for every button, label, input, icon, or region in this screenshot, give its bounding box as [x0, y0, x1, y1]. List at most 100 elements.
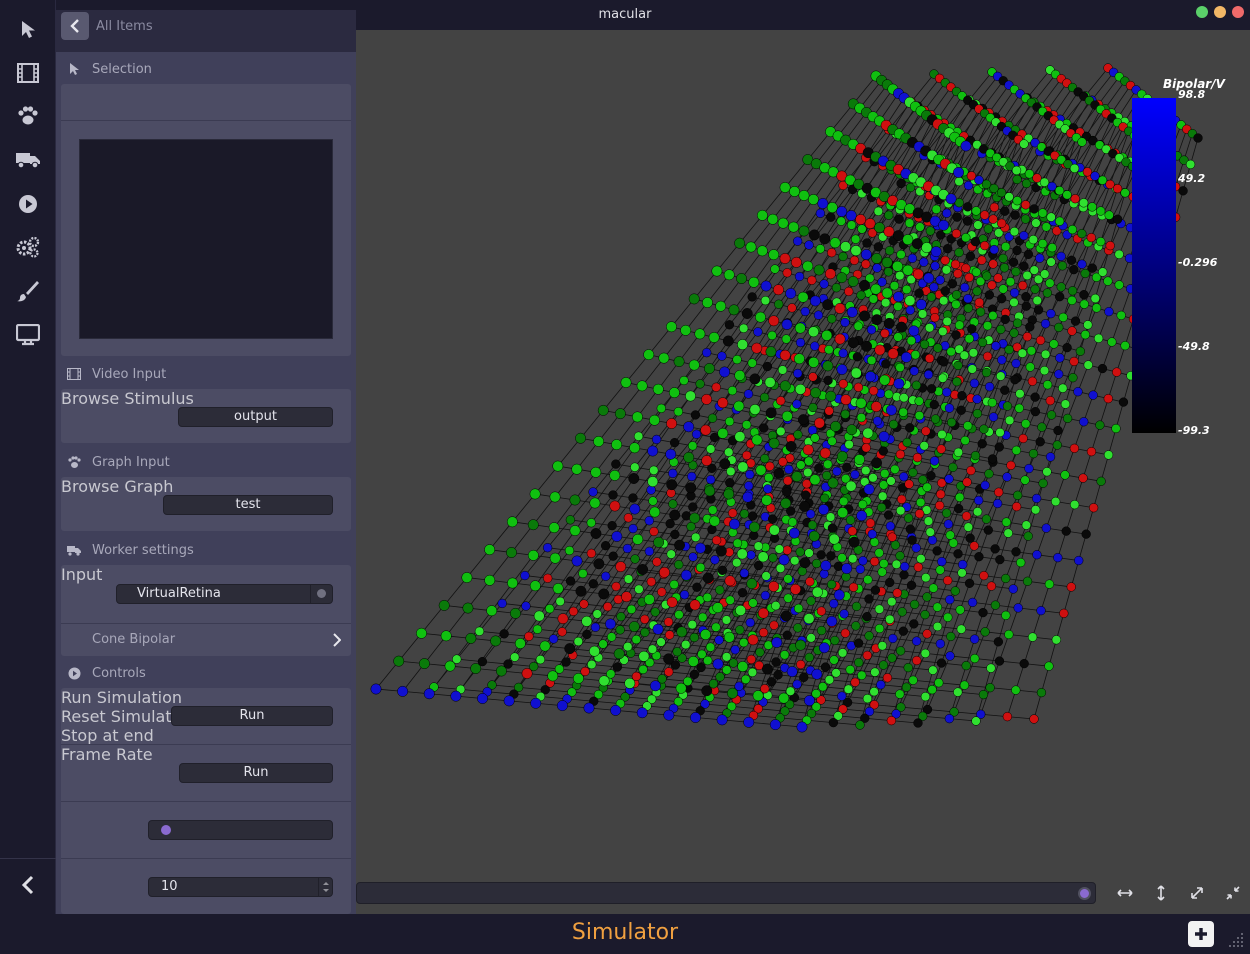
- cell-node: [737, 588, 748, 598]
- cell-node: [988, 412, 999, 422]
- frame-rate-spinbox[interactable]: 10: [148, 877, 333, 897]
- section-graph-input[interactable]: Graph Input: [56, 448, 356, 476]
- cell-node: [748, 276, 760, 288]
- cell-node: [805, 576, 815, 587]
- cell-node: [510, 652, 520, 662]
- cell-node: [669, 579, 679, 590]
- run-simulation-button[interactable]: Run: [171, 706, 333, 726]
- fit-width-icon[interactable]: [1114, 884, 1136, 902]
- cell-node: [600, 541, 611, 551]
- cell-node: [535, 654, 546, 665]
- cell-node: [1004, 344, 1014, 355]
- cell-node: [1038, 238, 1048, 249]
- cell-node: [943, 519, 954, 529]
- cell-node: [1060, 470, 1070, 480]
- section-worker-settings[interactable]: Worker settings: [56, 536, 356, 564]
- dropdown-icon[interactable]: [310, 585, 332, 603]
- reset-simulation-button[interactable]: Run: [179, 763, 333, 783]
- add-button[interactable]: [1188, 921, 1214, 947]
- monitor-icon[interactable]: [14, 321, 42, 349]
- cell-node: [832, 466, 842, 477]
- cell-node: [921, 426, 931, 436]
- 3d-viewport[interactable]: Bipolar/V 98.8 49.2 -0.296 -49.8 -99.3: [356, 30, 1250, 914]
- cell-node: [689, 599, 701, 611]
- section-controls[interactable]: Controls: [56, 659, 356, 687]
- cell-node: [932, 546, 942, 556]
- browse-stimulus-button[interactable]: output: [178, 407, 333, 427]
- cell-node: [829, 655, 839, 665]
- cell-node: [736, 548, 748, 560]
- cell-node: [858, 499, 868, 510]
- cell-node: [826, 615, 838, 627]
- cell-node: [896, 321, 907, 333]
- cell-node: [834, 302, 846, 314]
- close-button[interactable]: [1232, 6, 1244, 18]
- collapse-sidebar-icon[interactable]: [14, 871, 42, 899]
- cell-node: [679, 375, 689, 386]
- cell-node: [724, 575, 736, 587]
- cell-node: [822, 360, 834, 372]
- timeline-handle[interactable]: [1078, 887, 1091, 900]
- spin-arrows-icon[interactable]: [318, 878, 332, 896]
- play-circle-icon[interactable]: [14, 190, 42, 218]
- minimize-button[interactable]: [1214, 6, 1226, 18]
- cell-node: [910, 350, 921, 360]
- cell-node: [663, 653, 675, 665]
- cell-node: [1057, 261, 1068, 271]
- colorbar: [1132, 98, 1176, 433]
- cell-node: [741, 674, 751, 684]
- cell-node: [581, 615, 593, 627]
- cell-node: [927, 685, 937, 695]
- cell-node: [611, 439, 623, 451]
- cell-node: [902, 264, 914, 276]
- section-video-input[interactable]: Video Input: [56, 360, 356, 388]
- cell-node: [779, 349, 791, 361]
- cell-node: [920, 609, 930, 620]
- cell-node: [749, 521, 760, 533]
- expand-icon[interactable]: [1186, 884, 1208, 902]
- maximize-button[interactable]: [1196, 6, 1208, 18]
- cell-node: [806, 633, 816, 643]
- cell-node: [1074, 555, 1084, 566]
- resize-grip-icon[interactable]: [1228, 932, 1244, 948]
- truck-icon[interactable]: [14, 146, 42, 174]
- input-select[interactable]: VirtualRetina: [116, 584, 333, 604]
- cone-bipolar-item[interactable]: Cone Bipolar: [61, 624, 351, 656]
- cell-node: [965, 251, 976, 261]
- collapse-icon[interactable]: [1222, 884, 1244, 902]
- cell-node: [819, 279, 829, 289]
- cell-node: [831, 283, 842, 293]
- cell-node: [706, 444, 716, 454]
- film-icon[interactable]: [14, 59, 42, 87]
- cell-node: [941, 265, 952, 275]
- cell-node: [969, 634, 980, 644]
- cell-node: [909, 619, 919, 629]
- cell-node: [828, 533, 840, 545]
- timeline-slider[interactable]: [356, 882, 1096, 904]
- cell-node: [631, 634, 641, 645]
- paw-icon: [67, 455, 81, 469]
- cell-node: [1031, 218, 1041, 228]
- paw-icon[interactable]: [14, 102, 42, 130]
- cell-node: [793, 353, 805, 365]
- cell-node: [837, 691, 847, 701]
- stop-at-end-toggle[interactable]: [148, 820, 333, 840]
- cell-node: [873, 206, 884, 216]
- cell-node: [856, 290, 866, 300]
- cell-node: [798, 225, 810, 237]
- cell-node: [836, 450, 848, 462]
- section-selection[interactable]: Selection: [56, 55, 356, 83]
- browse-graph-button[interactable]: test: [163, 495, 333, 515]
- toggle-knob: [161, 825, 171, 835]
- cell-node: [742, 491, 754, 503]
- fit-height-icon[interactable]: [1150, 884, 1172, 902]
- cell-node: [1104, 210, 1114, 220]
- cell-node: [556, 700, 568, 712]
- selection-field[interactable]: [61, 84, 351, 120]
- cell-node: [707, 413, 718, 423]
- cell-node: [870, 585, 881, 595]
- cell-node: [931, 204, 942, 214]
- gears-icon[interactable]: [14, 233, 42, 261]
- cell-node: [622, 543, 633, 554]
- brush-icon[interactable]: [14, 277, 42, 305]
